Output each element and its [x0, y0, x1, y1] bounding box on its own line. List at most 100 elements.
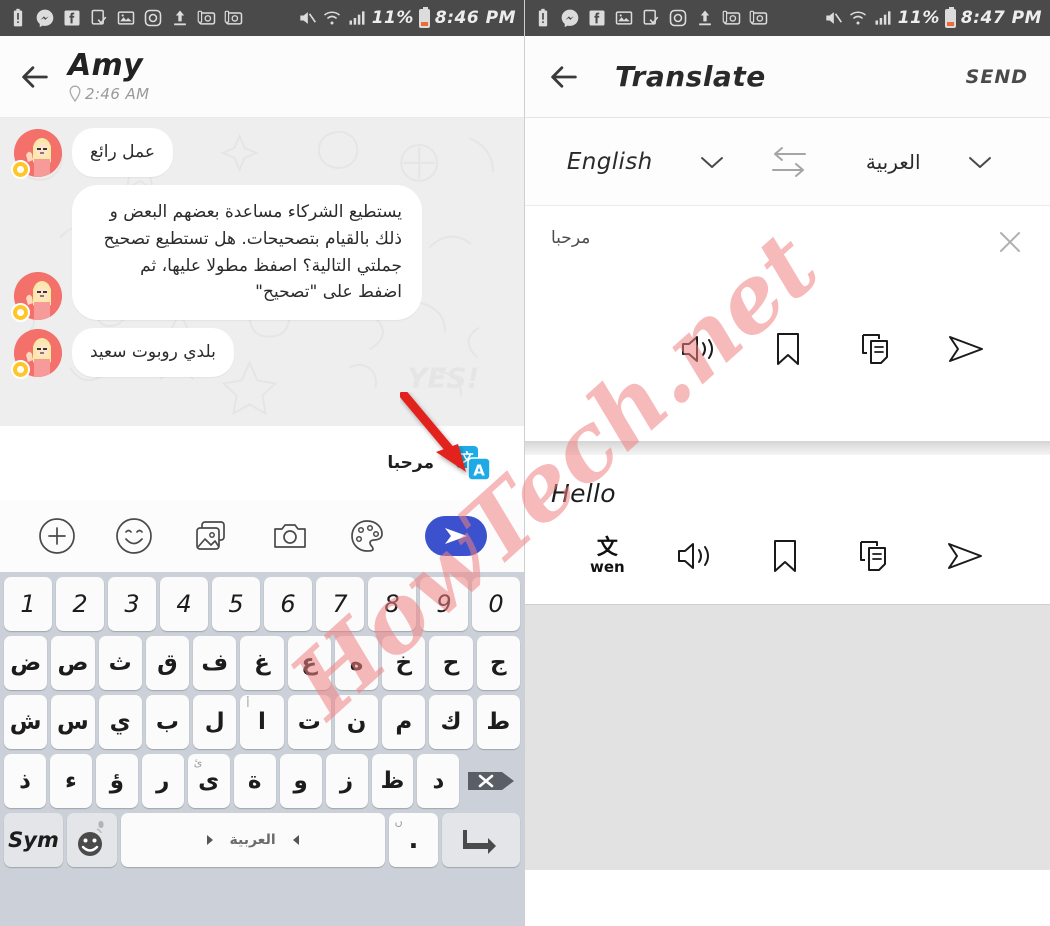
key-emoji[interactable] — [66, 813, 117, 867]
keyboard-row-1: ض ص ث ق ف غ ع ه خ ح ج — [4, 636, 520, 690]
key-dal[interactable]: د — [417, 754, 460, 808]
key-zain[interactable]: ز — [325, 754, 368, 808]
facebook-icon — [589, 10, 605, 26]
key-sym[interactable]: Sym — [4, 813, 63, 867]
plus-circle-icon[interactable] — [37, 516, 77, 556]
key-0[interactable]: 0 — [472, 577, 520, 631]
contact-name[interactable]: Amy — [68, 50, 149, 82]
chat-header-text: Amy 2:46 AM — [68, 50, 149, 103]
avatar[interactable] — [11, 272, 62, 323]
key-kha[interactable]: خ — [382, 636, 426, 690]
avatar[interactable] — [11, 128, 62, 179]
send-icon[interactable] — [946, 329, 986, 369]
key-ta[interactable]: ت — [287, 695, 331, 749]
translate-panel: 11% 8:47 PM Translate SEND English العرب… — [525, 0, 1050, 926]
target-language-selector[interactable]: العربية — [809, 150, 1050, 174]
key-meem[interactable]: م — [382, 695, 426, 749]
gallery-icon[interactable] — [192, 516, 232, 556]
key-backspace[interactable] — [463, 754, 520, 808]
copy-icon[interactable] — [857, 329, 897, 369]
chevron-down-icon[interactable] — [699, 154, 725, 170]
key-ta-marbuta[interactable]: ة — [233, 754, 276, 808]
key-enter[interactable] — [442, 813, 521, 867]
message-bubble[interactable]: عمل رائع — [72, 128, 173, 177]
send-button[interactable]: SEND — [966, 66, 1028, 88]
camera-icon[interactable] — [270, 516, 310, 556]
key-tha[interactable]: ث — [98, 636, 142, 690]
key-noon[interactable]: ن — [334, 695, 379, 749]
key-hah[interactable]: ح — [429, 636, 473, 690]
close-icon[interactable] — [996, 228, 1024, 256]
avatar[interactable] — [11, 329, 62, 380]
key-sheen[interactable]: ش — [4, 695, 48, 749]
key-alef-maqsura[interactable]: ئ ى — [187, 754, 230, 808]
send-icon[interactable] — [945, 536, 985, 576]
key-dad[interactable]: ض — [4, 636, 48, 690]
key-ghain[interactable]: غ — [240, 636, 284, 690]
key-alef-label: ا — [258, 709, 266, 735]
key-qaf[interactable]: ق — [145, 636, 190, 690]
speaker-icon[interactable] — [675, 536, 715, 576]
key-4[interactable]: 4 — [160, 577, 208, 631]
bookmark-icon[interactable] — [765, 536, 805, 576]
key-waw[interactable]: و — [279, 754, 322, 808]
copy-icon[interactable] — [855, 536, 895, 576]
key-waw-hamza[interactable]: ؤ — [95, 754, 138, 808]
arrow-left-icon[interactable] — [290, 834, 302, 846]
message-bubble[interactable]: بلدي روبوت سعيد — [72, 328, 234, 378]
key-ain[interactable]: ع — [287, 636, 331, 690]
key-kaf[interactable]: ك — [429, 695, 473, 749]
keyboard-row-2: ش س ي ب ل أ ا ت ن م ك ط — [4, 695, 520, 749]
key-5[interactable]: 5 — [212, 577, 260, 631]
compose-input-text[interactable]: مرحبا — [387, 453, 434, 473]
arabic-keyboard[interactable]: 1 2 3 4 5 6 7 8 9 0 ض ص ث ق ف غ ع ه خ ح … — [0, 572, 524, 926]
bookmark-icon[interactable] — [768, 329, 808, 369]
message-bubble[interactable]: يستطيع الشركاء مساعدة بعضهم البعض و ذلك … — [72, 184, 422, 321]
key-ya[interactable]: ي — [98, 695, 142, 749]
key-sad[interactable]: ص — [51, 636, 95, 690]
back-arrow-icon[interactable] — [18, 60, 52, 94]
key-2[interactable]: 2 — [56, 577, 104, 631]
chevron-down-icon[interactable] — [967, 154, 993, 170]
arrow-right-icon[interactable] — [204, 834, 216, 846]
source-language-selector[interactable]: English — [525, 149, 767, 175]
battery-icon — [418, 6, 430, 28]
key-lam[interactable]: ل — [193, 695, 237, 749]
emoji-icon[interactable] — [114, 516, 154, 556]
battery-alert-icon — [13, 8, 23, 27]
key-seen[interactable]: س — [51, 695, 95, 749]
key-6[interactable]: 6 — [264, 577, 312, 631]
source-text[interactable]: مرحبا — [551, 228, 590, 248]
key-7[interactable]: 7 — [316, 577, 364, 631]
clock-right: 8:47 PM — [960, 8, 1042, 28]
key-thal[interactable]: ذ — [4, 754, 46, 808]
speaker-icon[interactable] — [679, 329, 719, 369]
key-ra[interactable]: ر — [141, 754, 184, 808]
translate-badge-icon[interactable]: 文 A — [456, 446, 491, 481]
key-9[interactable]: 9 — [420, 577, 468, 631]
key-jeem[interactable]: ج — [476, 636, 520, 690]
source-actions-row — [525, 256, 1050, 441]
send-button[interactable] — [425, 516, 488, 556]
avatar-status-badge — [11, 303, 30, 323]
signal-icon — [349, 11, 365, 25]
key-fa[interactable]: ف — [193, 636, 237, 690]
chat-messages-area[interactable]: YES! عمل رائع يستطيع الشركاء مساعدة بعضه… — [0, 118, 524, 426]
key-ba[interactable]: ب — [145, 695, 190, 749]
swap-horizontal-icon[interactable] — [767, 144, 809, 180]
key-ha[interactable]: ه — [334, 636, 379, 690]
key-tah[interactable]: ط — [476, 695, 520, 749]
key-hamza[interactable]: ء — [49, 754, 92, 808]
location-pin-icon — [69, 85, 81, 102]
translated-text[interactable]: Hello — [551, 479, 616, 508]
transliterate-icon[interactable]: 文 wen — [590, 537, 625, 575]
key-1[interactable]: 1 — [4, 577, 52, 631]
key-8[interactable]: 8 — [368, 577, 416, 631]
key-space[interactable]: العربية — [120, 813, 385, 867]
key-alef[interactable]: أ ا — [240, 695, 284, 749]
back-arrow-icon[interactable] — [547, 60, 581, 94]
palette-icon[interactable] — [347, 516, 387, 556]
key-period[interactable]: ں . — [388, 813, 439, 867]
key-3[interactable]: 3 — [108, 577, 156, 631]
key-zah[interactable]: ظ — [371, 754, 414, 808]
